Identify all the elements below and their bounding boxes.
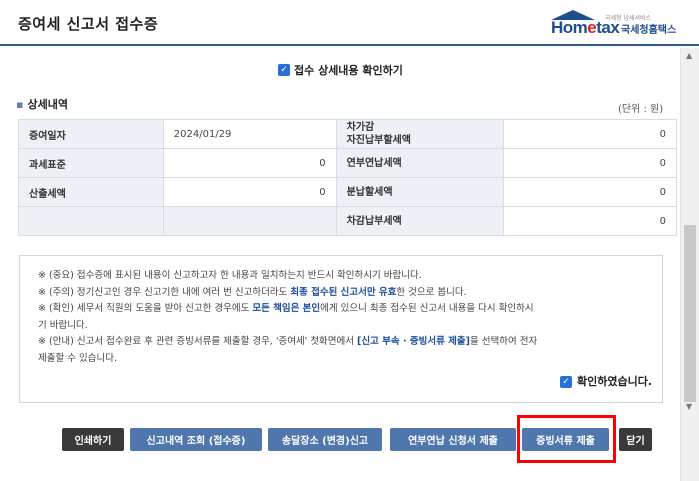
highlight-box [517, 415, 616, 463]
scroll-up-icon[interactable]: ▲ [686, 51, 692, 60]
scrollbar-thumb[interactable] [684, 225, 696, 402]
acknowledge-label: 확인하였습니다. [576, 375, 652, 388]
value-split-tax: 0 [503, 177, 677, 207]
checkbox-checked-icon[interactable]: ✓ [278, 64, 290, 76]
table-row: 과세표준 0 연부연납세액 0 [18, 148, 677, 178]
value-installment-tax: 0 [503, 148, 677, 178]
notice-line-important: ※ (중요) 접수증에 표시된 내용이 신고하고자 한 내용과 일치하는지 반드… [38, 270, 422, 281]
label-tax-base: 과세표준 [18, 148, 164, 178]
notice-line-guide: ※ (안내) 신고서 접수완료 후 관련 증빙서류를 제출할 경우, '증여세'… [38, 336, 538, 364]
window-title: 증여세 신고서 접수증 [18, 15, 159, 33]
notice-line-confirm: ※ (확인) 세무서 직원의 도움을 받아 신고한 경우에도 모든 책임은 본인… [38, 303, 534, 331]
label-installment-tax: 연부연납세액 [335, 148, 505, 178]
label-calculated-tax: 산출세액 [18, 177, 164, 207]
checkbox-checked-icon[interactable]: ✓ [559, 376, 572, 389]
label-self-payment: 차가감 자진납부할세액 [335, 119, 505, 149]
value-net-payment: 0 [503, 206, 677, 236]
header-bar: 증여세 신고서 접수증 Hometax 국세청 납세서비스 국세청홈택스 [0, 0, 699, 46]
label-net-payment: 차감납부세액 [335, 206, 505, 236]
empty-cell [18, 206, 164, 236]
bullet-icon: ▪ [16, 98, 24, 111]
installment-application-button[interactable]: 연부연납 신청서 제출 [390, 428, 516, 451]
detail-table: 증여일자 2024/01/29 차가감 자진납부할세액 0 과세표준 0 연부연납… [18, 119, 677, 236]
confirm-detail-label: 접수 상세내용 확인하기 [294, 64, 403, 77]
logo-korean: 국세청홈택스 [621, 25, 677, 36]
section-title: ▪ 상세내역 [16, 98, 68, 111]
table-row: 차감납부세액 0 [18, 206, 677, 236]
label-gift-date: 증여일자 [18, 119, 164, 149]
delivery-address-button[interactable]: 송달장소 (변경)신고 [268, 428, 382, 451]
hometax-logo: Hometax 국세청 납세서비스 국세청홈택스 [549, 10, 689, 38]
value-self-payment: 0 [503, 119, 677, 149]
value-tax-base: 0 [162, 148, 337, 178]
notice-line-caution: ※ (주의) 정기신고인 경우 신고기한 내에 여러 번 신고하더라도 최종 접… [38, 286, 467, 298]
notice-box: ※ (중요) 접수증에 표시된 내용이 신고하고자 한 내용과 일치하는지 반드… [19, 255, 663, 403]
value-calculated-tax: 0 [162, 177, 337, 207]
close-button[interactable]: 닫기 [619, 428, 652, 451]
vertical-scrollbar[interactable]: ▲ ▼ [680, 48, 699, 481]
label-split-tax: 분납할세액 [335, 177, 505, 207]
print-button[interactable]: 인쇄하기 [62, 428, 124, 451]
confirm-detail-checkbox[interactable]: ✓ 접수 상세내용 확인하기 [278, 62, 403, 78]
value-gift-date: 2024/01/29 [162, 119, 337, 149]
acknowledge-checkbox[interactable]: ✓ 확인하였습니다. [559, 374, 652, 391]
scroll-down-icon[interactable]: ▼ [686, 402, 692, 411]
table-row: 증여일자 2024/01/29 차가감 자진납부할세액 0 [18, 119, 677, 149]
history-button[interactable]: 신고내역 조회 (접수증) [130, 428, 262, 451]
table-row: 산출세액 0 분납할세액 0 [18, 177, 677, 207]
empty-cell [162, 206, 337, 236]
unit-label: (단위 : 원) [618, 104, 664, 115]
